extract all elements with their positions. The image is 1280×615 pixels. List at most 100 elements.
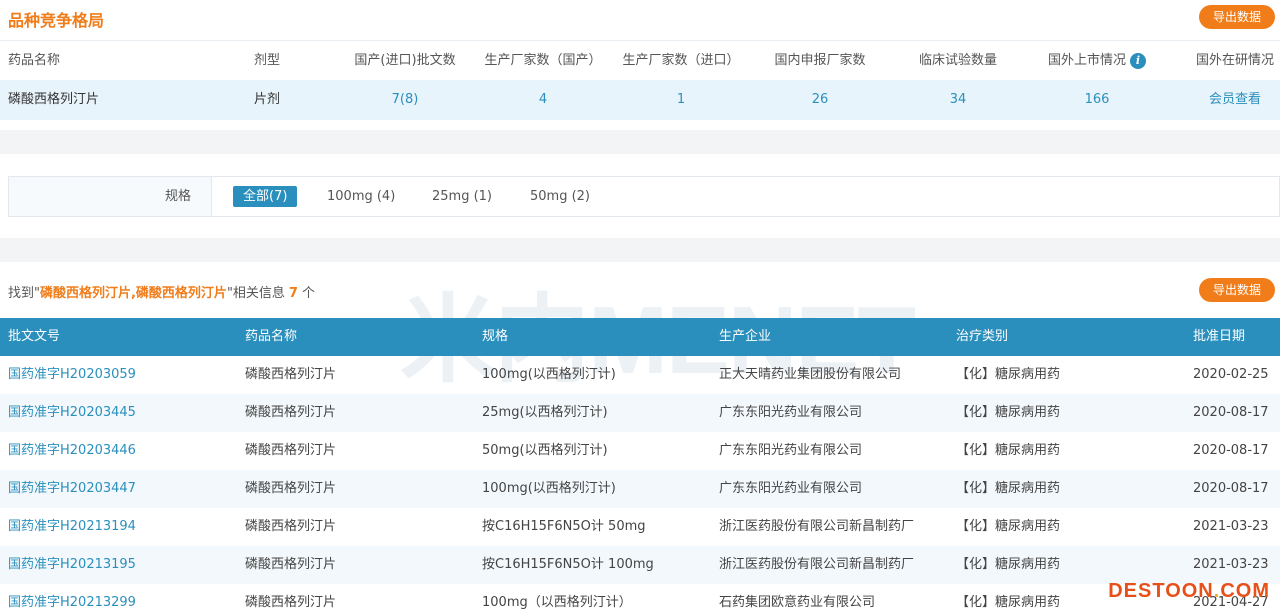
spec: 按C16H15F6N5O计 50mg (482, 519, 646, 534)
result-suffix: 个 (301, 286, 315, 301)
approval-number-link[interactable]: 国药准字H20203445 (8, 394, 136, 432)
drug-name: 磷酸西格列汀片 (245, 595, 337, 610)
approval-number-link[interactable]: 国药准字H20203446 (8, 432, 136, 470)
header-overseas-market-label: 国外上市情况 (1047, 53, 1126, 68)
manufacturer: 广东东阳光药业有限公司 (719, 443, 863, 458)
manufacturer: 石药集团欧意药业有限公司 (719, 595, 876, 610)
category: 【化】糖尿病用药 (956, 595, 1061, 610)
result-count: 7 (288, 286, 298, 301)
row-overseas-market-link[interactable]: 166 (1037, 80, 1157, 120)
header-drug-name: 药品名称 (8, 53, 61, 68)
header-dosage-form: 剂型 (254, 53, 281, 68)
row-member-view-link[interactable]: 会员查看 (1180, 80, 1280, 120)
list-header-approval-no: 批文文号 (8, 329, 61, 344)
destoon-watermark: DESTOON.COM (1108, 580, 1270, 603)
spec: 25mg(以西格列汀计) (482, 405, 608, 420)
filter-option-25mg[interactable]: 25mg (1) (422, 186, 502, 207)
list-header-drug-name: 药品名称 (245, 329, 298, 344)
approval-number-link[interactable]: 国药准字H20213299 (8, 584, 136, 615)
header-domestic-applicants: 国内申报厂家数 (774, 53, 866, 68)
list-header-category: 治疗类别 (956, 329, 1009, 344)
table-row: 国药准字H20203059 磷酸西格列汀片 100mg(以西格列汀计) 正大天晴… (0, 356, 1280, 394)
result-middle: "相关信息 (226, 286, 285, 301)
filter-option-all[interactable]: 全部(7) (233, 186, 298, 207)
drug-name: 磷酸西格列汀片 (245, 443, 337, 458)
row-domestic-makers-link[interactable]: 4 (483, 80, 603, 120)
info-icon[interactable]: i (1130, 52, 1146, 69)
table-row: 国药准字H20213195 磷酸西格列汀片 按C16H15F6N5O计 100m… (0, 546, 1280, 584)
table-row: 国药准字H20203447 磷酸西格列汀片 100mg(以西格列汀计) 广东东阳… (0, 470, 1280, 508)
section-divider (0, 130, 1280, 154)
filter-label-cell: 规格 (9, 177, 212, 216)
approval-number-link[interactable]: 国药准字H20203059 (8, 356, 136, 394)
row-clinical-trials-link[interactable]: 34 (898, 80, 1018, 120)
export-data-button-list[interactable]: 导出数据 (1199, 278, 1276, 302)
approval-date: 2020-08-17 (1193, 443, 1269, 458)
header-approvals: 国产(进口)批文数 (354, 53, 456, 68)
approval-date: 2021-03-23 (1193, 557, 1269, 572)
drug-name: 磷酸西格列汀片 (245, 367, 337, 382)
table-row: 国药准字H20203445 磷酸西格列汀片 25mg(以西格列汀计) 广东东阳光… (0, 394, 1280, 432)
competition-header: 品种竞争格局 导出数据 (0, 0, 1280, 40)
header-overseas-research: 国外在研情况 (1195, 53, 1274, 68)
search-result-summary: 找到"磷酸西格列汀片,磷酸西格列汀片"相关信息 7 个 (8, 284, 315, 304)
manufacturer: 浙江医药股份有限公司新昌制药厂 (719, 557, 915, 572)
spec: 100mg（以西格列汀计） (482, 595, 632, 610)
approval-date: 2020-08-17 (1193, 481, 1269, 496)
row-import-makers-link[interactable]: 1 (621, 80, 741, 120)
row-dosage-form: 片剂 (254, 92, 281, 107)
export-data-button-top[interactable]: 导出数据 (1199, 5, 1276, 29)
header-overseas-market: 国外上市情况 i (1032, 41, 1162, 81)
row-drug-name: 磷酸西格列汀片 (8, 92, 100, 107)
manufacturer: 广东东阳光药业有限公司 (719, 481, 863, 496)
approval-date: 2020-02-25 (1193, 367, 1269, 382)
spec: 100mg(以西格列汀计) (482, 481, 616, 496)
approval-number-link[interactable]: 国药准字H20213194 (8, 508, 136, 546)
table-row: 国药准字H20213299 磷酸西格列汀片 100mg（以西格列汀计） 石药集团… (0, 584, 1280, 615)
approval-list: 国药准字H20203059 磷酸西格列汀片 100mg(以西格列汀计) 正大天晴… (0, 356, 1280, 615)
result-keyword: 磷酸西格列汀片,磷酸西格列汀片 (39, 286, 227, 301)
category: 【化】糖尿病用药 (956, 481, 1061, 496)
competition-table-row: 磷酸西格列汀片 片剂 7(8) 4 1 26 34 166 会员查看 (0, 80, 1280, 120)
header-import-makers: 生产厂家数（进口） (622, 53, 740, 68)
destoon-left: DESTOON (1108, 580, 1214, 602)
spec: 按C16H15F6N5O计 100mg (482, 557, 654, 572)
approval-list-header: 批文文号 药品名称 规格 生产企业 治疗类别 批准日期 (0, 318, 1280, 356)
category: 【化】糖尿病用药 (956, 519, 1061, 534)
competition-table-header: 药品名称 剂型 国产(进口)批文数 生产厂家数（国产） 生产厂家数（进口） 国内… (0, 40, 1280, 80)
destoon-right: COM (1220, 580, 1270, 602)
drug-name: 磷酸西格列汀片 (245, 481, 337, 496)
approval-date: 2021-03-23 (1193, 519, 1269, 534)
category: 【化】糖尿病用药 (956, 405, 1061, 420)
competition-table: 药品名称 剂型 国产(进口)批文数 生产厂家数（国产） 生产厂家数（进口） 国内… (0, 40, 1280, 120)
table-row: 国药准字H20203446 磷酸西格列汀片 50mg(以西格列汀计) 广东东阳光… (0, 432, 1280, 470)
category: 【化】糖尿病用药 (956, 443, 1061, 458)
manufacturer: 正大天晴药业集团股份有限公司 (719, 367, 902, 382)
table-row: 国药准字H20213194 磷酸西格列汀片 按C16H15F6N5O计 50mg… (0, 508, 1280, 546)
section-divider (0, 238, 1280, 262)
filter-option-100mg[interactable]: 100mg (4) (317, 186, 405, 207)
header-clinical-trials: 临床试验数量 (918, 53, 997, 68)
drug-name: 磷酸西格列汀片 (245, 557, 337, 572)
result-prefix: 找到" (8, 286, 40, 301)
filter-option-50mg[interactable]: 50mg (2) (520, 186, 600, 207)
row-domestic-applicants-link[interactable]: 26 (760, 80, 880, 120)
drug-name: 磷酸西格列汀片 (245, 519, 337, 534)
approval-date: 2020-08-17 (1193, 405, 1269, 420)
row-approvals-link[interactable]: 7(8) (345, 80, 465, 120)
drug-name: 磷酸西格列汀片 (245, 405, 337, 420)
category: 【化】糖尿病用药 (956, 367, 1061, 382)
list-header-approval-date: 批准日期 (1193, 329, 1246, 344)
manufacturer: 浙江医药股份有限公司新昌制药厂 (719, 519, 915, 534)
spec: 50mg(以西格列汀计) (482, 443, 608, 458)
approval-number-link[interactable]: 国药准字H20203447 (8, 470, 136, 508)
approval-number-link[interactable]: 国药准字H20213195 (8, 546, 136, 584)
list-header-manufacturer: 生产企业 (719, 329, 772, 344)
spec: 100mg(以西格列汀计) (482, 367, 616, 382)
manufacturer: 广东东阳光药业有限公司 (719, 405, 863, 420)
list-header-spec: 规格 (482, 329, 509, 344)
filter-label: 规格 (164, 189, 191, 204)
spec-filter: 规格 全部(7) 100mg (4) 25mg (1) 50mg (2) (8, 176, 1280, 217)
section-title: 品种竞争格局 (8, 11, 105, 30)
category: 【化】糖尿病用药 (956, 557, 1061, 572)
